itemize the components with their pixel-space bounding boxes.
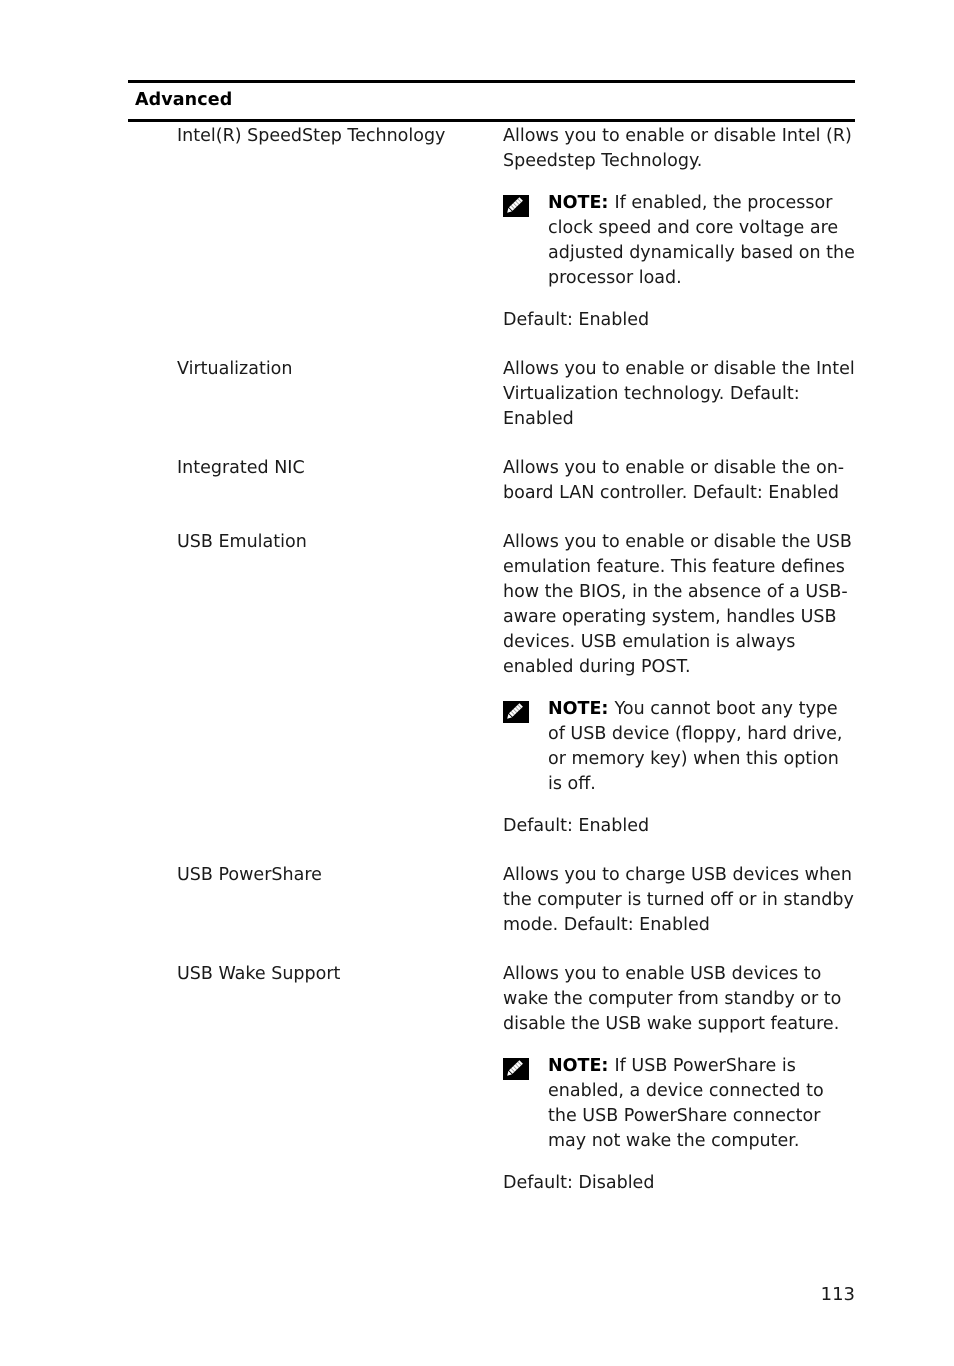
note-callout: NOTE: If enabled, the processor clock sp… (503, 191, 855, 291)
setting-name: USB PowerShare (177, 865, 322, 885)
dell-note-pencil-icon (503, 1058, 529, 1080)
dell-note-pencil-icon (503, 195, 529, 217)
table-row: Integrated NIC Allows you to enable or d… (177, 456, 855, 506)
table-row: Virtualization Allows you to enable or d… (177, 357, 855, 432)
section-header: Advanced (128, 80, 855, 122)
table-row: USB PowerShare Allows you to charge USB … (177, 863, 855, 938)
setting-name: USB Wake Support (177, 964, 341, 984)
dell-note-pencil-icon (503, 701, 529, 723)
setting-description: Allows you to enable or disable Intel (R… (503, 126, 852, 171)
setting-name: Intel(R) SpeedStep Technology (177, 126, 446, 146)
setting-description-cell: Allows you to enable or disable Intel (R… (503, 124, 855, 333)
setting-default: Default: Enabled (503, 310, 650, 330)
setting-description-cell: Allows you to enable USB devices to wake… (503, 962, 855, 1196)
settings-table: Intel(R) SpeedStep Technology Allows you… (177, 124, 855, 1196)
note-label: NOTE: (548, 193, 615, 213)
note-text-wrapper: NOTE: If enabled, the processor clock sp… (548, 191, 855, 291)
setting-description-cell: Allows you to enable or disable the on-b… (503, 456, 855, 506)
note-text-wrapper: NOTE: If USB PowerShare is enabled, a de… (548, 1054, 855, 1154)
document-page: Advanced Intel(R) SpeedStep Technology A… (0, 0, 954, 1366)
setting-default: Default: Enabled (503, 816, 650, 836)
setting-description: Allows you to enable or disable the Inte… (503, 359, 855, 429)
section-title: Advanced (135, 89, 233, 110)
setting-name: USB Emulation (177, 532, 307, 552)
rule-bottom (128, 119, 855, 122)
setting-description: Allows you to enable or disable the USB … (503, 532, 852, 677)
note-text-wrapper: NOTE: You cannot boot any type of USB de… (548, 697, 855, 797)
table-row: USB Emulation Allows you to enable or di… (177, 530, 855, 839)
setting-description-cell: Allows you to enable or disable the USB … (503, 530, 855, 839)
note-label: NOTE: (548, 699, 615, 719)
setting-description: Allows you to enable USB devices to wake… (503, 964, 842, 1034)
setting-description-cell: Allows you to enable or disable the Inte… (503, 357, 855, 432)
setting-default: Default: Disabled (503, 1173, 655, 1193)
setting-description: Allows you to charge USB devices when th… (503, 865, 854, 935)
setting-name: Virtualization (177, 359, 293, 379)
setting-description: Allows you to enable or disable the on-b… (503, 458, 845, 503)
setting-name: Integrated NIC (177, 458, 305, 478)
page-number: 113 (820, 1284, 855, 1305)
table-row: Intel(R) SpeedStep Technology Allows you… (177, 124, 855, 333)
note-callout: NOTE: If USB PowerShare is enabled, a de… (503, 1054, 855, 1154)
setting-description-cell: Allows you to charge USB devices when th… (503, 863, 855, 938)
note-label: NOTE: (548, 1056, 615, 1076)
note-callout: NOTE: You cannot boot any type of USB de… (503, 697, 855, 797)
table-row: USB Wake Support Allows you to enable US… (177, 962, 855, 1196)
